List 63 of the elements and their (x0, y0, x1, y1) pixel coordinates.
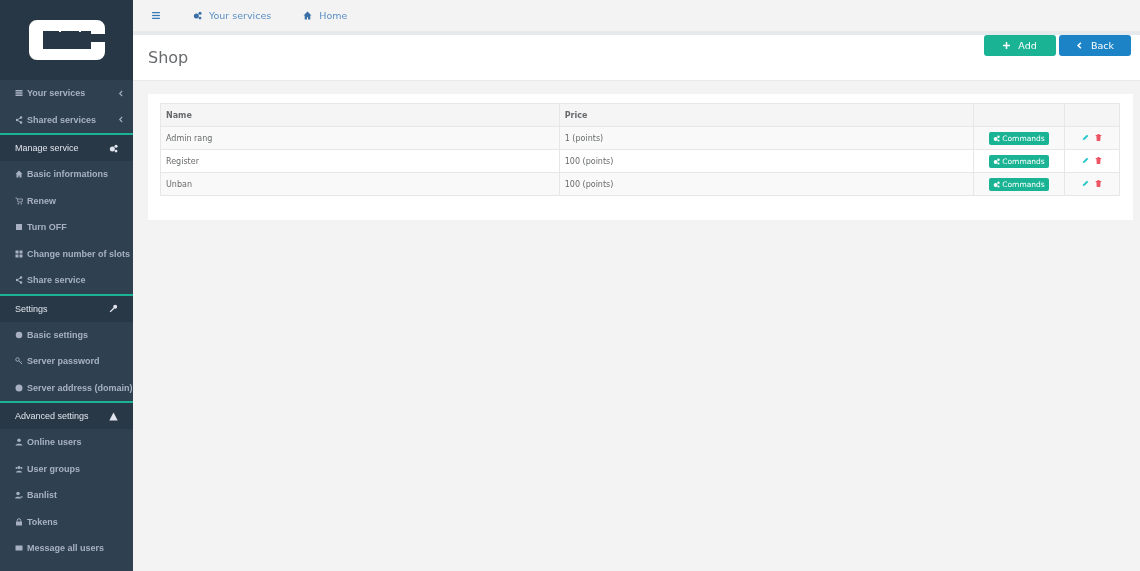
back-button[interactable]: Back (1059, 35, 1131, 56)
chevron-left-icon (118, 89, 123, 97)
trash-icon[interactable] (1095, 133, 1103, 141)
table-cell: 100 (points) (559, 172, 974, 196)
sidebar-section-header[interactable]: Settings (0, 293, 133, 322)
warning-icon (109, 411, 118, 421)
sidebar-item[interactable]: Renew (0, 187, 133, 214)
user-remove-icon (15, 491, 23, 500)
pencil-icon[interactable] (1081, 156, 1089, 164)
sidebar-item[interactable]: Basic informations (0, 161, 133, 188)
sidebar-item[interactable]: Your services (0, 80, 133, 107)
home-icon (303, 11, 313, 20)
cart-icon (15, 196, 23, 205)
plus-icon (1003, 42, 1011, 49)
trash-icon[interactable] (1095, 156, 1103, 164)
table-cell: 100 (points) (559, 149, 974, 173)
users-icon (15, 464, 23, 473)
table-cell: 1 (points) (559, 126, 974, 150)
share-icon (15, 276, 23, 285)
sidebar-item[interactable]: Server password (0, 348, 133, 375)
sidebar-item[interactable]: Online users (0, 429, 133, 456)
sidebar-item[interactable]: Message all users (0, 535, 133, 562)
sidebar-item[interactable]: User groups (0, 455, 133, 482)
lock-icon (15, 517, 23, 526)
menu-icon[interactable] (152, 12, 160, 19)
gears-icon (993, 134, 1001, 142)
key-icon (15, 357, 23, 366)
pencil-icon[interactable] (1081, 133, 1089, 141)
trash-icon[interactable] (1095, 179, 1103, 187)
gears-icon (993, 157, 1001, 165)
logo-icon (26, 17, 107, 63)
page-title: Shop (148, 48, 189, 67)
sidebar-item[interactable]: Tokens (0, 508, 133, 535)
home-icon (15, 170, 23, 179)
sidebar-item[interactable]: Banlist (0, 482, 133, 509)
share-icon (15, 115, 23, 124)
user-icon (15, 438, 23, 447)
chevron-left-icon (1075, 42, 1083, 49)
sidebar-item[interactable]: Turn OFF (0, 214, 133, 241)
sidebar-section-header[interactable]: Manage service (0, 133, 133, 161)
sidebar-item[interactable]: Server address (domain) (0, 374, 133, 401)
chevron-left-icon (118, 116, 123, 124)
grid-icon (15, 249, 23, 258)
table-cell: Admin rang (160, 126, 560, 150)
list-icon (15, 89, 23, 98)
column-header: Name (160, 103, 560, 127)
gears-icon (993, 180, 1001, 188)
wrench-icon (109, 304, 118, 313)
table-cell: Register (160, 149, 560, 173)
sidebar-item[interactable]: Shared services (0, 106, 133, 133)
square-icon (15, 223, 23, 232)
sidebar-item[interactable]: Change number of slots (0, 240, 133, 267)
sidebar-item[interactable]: Share service (0, 267, 133, 294)
pencil-icon[interactable] (1081, 179, 1089, 187)
sidebar-section-header[interactable]: Advanced settings (0, 401, 133, 429)
sidebar-item[interactable]: Basic settings (0, 321, 133, 348)
gears-icon (193, 11, 202, 20)
add-button[interactable]: Add (984, 35, 1056, 56)
column-header: Price (559, 103, 974, 127)
table-cell: Unban (160, 172, 560, 196)
nav-link[interactable]: Your services (193, 10, 272, 21)
gears-icon (109, 143, 118, 153)
nav-link[interactable]: Home (303, 10, 348, 21)
